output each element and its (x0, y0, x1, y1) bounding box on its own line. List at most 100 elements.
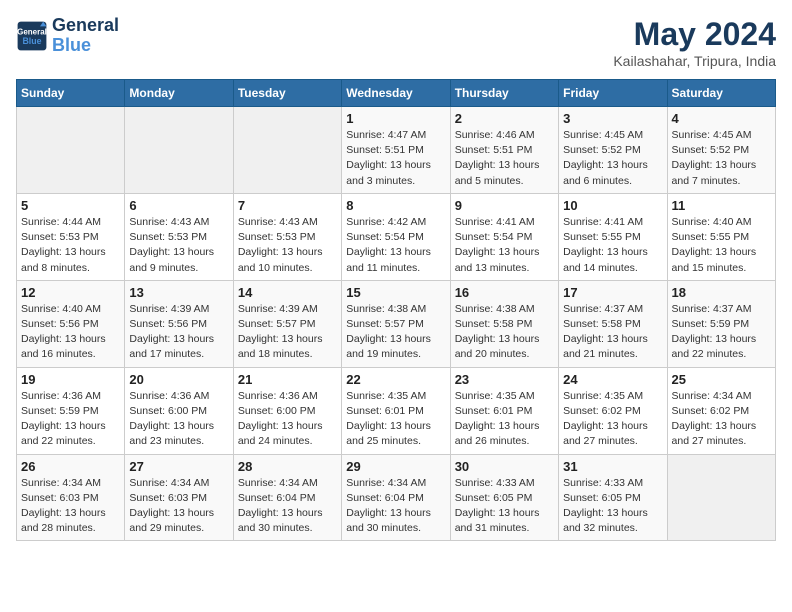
day-number: 10 (563, 198, 662, 213)
day-number: 15 (346, 285, 445, 300)
day-of-week-header: Thursday (450, 80, 558, 107)
calendar-cell: 15Sunrise: 4:38 AM Sunset: 5:57 PM Dayli… (342, 280, 450, 367)
days-of-week-row: SundayMondayTuesdayWednesdayThursdayFrid… (17, 80, 776, 107)
calendar-cell: 14 Sunrise: 4:39 AM Sunset: 5:57 PM Dayli… (233, 280, 341, 367)
calendar-table: SundayMondayTuesdayWednesdayThursdayFrid… (16, 79, 776, 541)
svg-text:Blue: Blue (22, 36, 41, 46)
calendar-cell: 1 Sunrise: 4:47 AM Sunset: 5:51 PM Daylig… (342, 107, 450, 194)
day-info: Sunrise: 4:36 AM Sunset: 5:59 PM Dayligh… (21, 389, 120, 450)
day-info: Sunrise: 4:41 AM Sunset: 5:55 PM Dayligh… (563, 215, 662, 276)
day-number: 3 (563, 111, 662, 126)
day-info: Sunrise: 4:34 AM Sunset: 6:02 PM Dayligh… (672, 389, 771, 450)
day-number: 17 (563, 285, 662, 300)
day-info: Sunrise: 4:42 AM Sunset: 5:54 PM Dayligh… (346, 215, 445, 276)
day-info: Sunrise: 4:45 AM Sunset: 5:52 PM Dayligh… (563, 128, 662, 189)
day-number: 6 (129, 198, 228, 213)
calendar-cell: 16Sunrise: 4:38 AM Sunset: 5:58 PM Dayli… (450, 280, 558, 367)
logo: General Blue GeneralBlue (16, 16, 119, 56)
day-number: 1 (346, 111, 445, 126)
day-number: 13 (129, 285, 228, 300)
day-info: Sunrise: 4:40 AM Sunset: 5:56 PM Dayligh… (21, 302, 120, 363)
day-of-week-header: Sunday (17, 80, 125, 107)
day-of-week-header: Tuesday (233, 80, 341, 107)
calendar-cell: 27 Sunrise: 4:34 AM Sunset: 6:03 PM Dayli… (125, 454, 233, 541)
day-number: 11 (672, 198, 771, 213)
calendar-cell: 5 Sunrise: 4:44 AM Sunset: 5:53 PM Daylig… (17, 193, 125, 280)
title-block: May 2024 Kailashahar, Tripura, India (613, 16, 776, 69)
day-number: 25 (672, 372, 771, 387)
logo-text: GeneralBlue (52, 16, 119, 56)
calendar-cell: 30Sunrise: 4:33 AM Sunset: 6:05 PM Dayli… (450, 454, 558, 541)
day-info: Sunrise: 4:35 AM Sunset: 6:01 PM Dayligh… (346, 389, 445, 450)
day-info: Sunrise: 4:34 AM Sunset: 6:04 PM Dayligh… (346, 476, 445, 537)
day-number: 29 (346, 459, 445, 474)
day-number: 5 (21, 198, 120, 213)
day-info: Sunrise: 4:36 AM Sunset: 6:00 PM Dayligh… (238, 389, 337, 450)
calendar-cell: 12 Sunrise: 4:40 AM Sunset: 5:56 PM Dayli… (17, 280, 125, 367)
calendar-cell: 22 Sunrise: 4:35 AM Sunset: 6:01 PM Dayli… (342, 367, 450, 454)
day-info: Sunrise: 4:43 AM Sunset: 5:53 PM Dayligh… (129, 215, 228, 276)
calendar-week-row: 1 Sunrise: 4:47 AM Sunset: 5:51 PM Daylig… (17, 107, 776, 194)
calendar-body: 1 Sunrise: 4:47 AM Sunset: 5:51 PM Daylig… (17, 107, 776, 541)
day-number: 30 (455, 459, 554, 474)
day-number: 8 (346, 198, 445, 213)
calendar-cell: 19 Sunrise: 4:36 AM Sunset: 5:59 PM Dayli… (17, 367, 125, 454)
day-info: Sunrise: 4:45 AM Sunset: 5:52 PM Dayligh… (672, 128, 771, 189)
calendar-week-row: 19 Sunrise: 4:36 AM Sunset: 5:59 PM Dayli… (17, 367, 776, 454)
calendar-cell: 31Sunrise: 4:33 AM Sunset: 6:05 PM Dayli… (559, 454, 667, 541)
day-of-week-header: Saturday (667, 80, 775, 107)
day-info: Sunrise: 4:41 AM Sunset: 5:54 PM Dayligh… (455, 215, 554, 276)
day-info: Sunrise: 4:39 AM Sunset: 5:56 PM Dayligh… (129, 302, 228, 363)
day-info: Sunrise: 4:46 AM Sunset: 5:51 PM Dayligh… (455, 128, 554, 189)
calendar-cell (667, 454, 775, 541)
calendar-cell (125, 107, 233, 194)
day-info: Sunrise: 4:43 AM Sunset: 5:53 PM Dayligh… (238, 215, 337, 276)
day-number: 14 (238, 285, 337, 300)
day-number: 27 (129, 459, 228, 474)
day-info: Sunrise: 4:34 AM Sunset: 6:04 PM Dayligh… (238, 476, 337, 537)
day-number: 24 (563, 372, 662, 387)
day-info: Sunrise: 4:34 AM Sunset: 6:03 PM Dayligh… (21, 476, 120, 537)
day-info: Sunrise: 4:34 AM Sunset: 6:03 PM Dayligh… (129, 476, 228, 537)
svg-text:General: General (17, 27, 47, 36)
month-year-title: May 2024 (613, 16, 776, 53)
day-number: 2 (455, 111, 554, 126)
day-info: Sunrise: 4:35 AM Sunset: 6:01 PM Dayligh… (455, 389, 554, 450)
day-number: 12 (21, 285, 120, 300)
day-number: 4 (672, 111, 771, 126)
day-number: 26 (21, 459, 120, 474)
calendar-cell: 4 Sunrise: 4:45 AM Sunset: 5:52 PM Daylig… (667, 107, 775, 194)
calendar-cell: 6 Sunrise: 4:43 AM Sunset: 5:53 PM Daylig… (125, 193, 233, 280)
day-info: Sunrise: 4:36 AM Sunset: 6:00 PM Dayligh… (129, 389, 228, 450)
calendar-cell (17, 107, 125, 194)
day-info: Sunrise: 4:39 AM Sunset: 5:57 PM Dayligh… (238, 302, 337, 363)
calendar-cell: 10 Sunrise: 4:41 AM Sunset: 5:55 PM Dayli… (559, 193, 667, 280)
calendar-cell: 29 Sunrise: 4:34 AM Sunset: 6:04 PM Dayli… (342, 454, 450, 541)
day-info: Sunrise: 4:44 AM Sunset: 5:53 PM Dayligh… (21, 215, 120, 276)
calendar-cell: 3 Sunrise: 4:45 AM Sunset: 5:52 PM Daylig… (559, 107, 667, 194)
day-info: Sunrise: 4:35 AM Sunset: 6:02 PM Dayligh… (563, 389, 662, 450)
day-number: 9 (455, 198, 554, 213)
day-number: 22 (346, 372, 445, 387)
day-info: Sunrise: 4:37 AM Sunset: 5:59 PM Dayligh… (672, 302, 771, 363)
day-info: Sunrise: 4:38 AM Sunset: 5:58 PM Dayligh… (455, 302, 554, 363)
day-info: Sunrise: 4:47 AM Sunset: 5:51 PM Dayligh… (346, 128, 445, 189)
calendar-cell: 26 Sunrise: 4:34 AM Sunset: 6:03 PM Dayli… (17, 454, 125, 541)
calendar-cell: 11 Sunrise: 4:40 AM Sunset: 5:55 PM Dayli… (667, 193, 775, 280)
day-info: Sunrise: 4:37 AM Sunset: 5:58 PM Dayligh… (563, 302, 662, 363)
calendar-week-row: 26 Sunrise: 4:34 AM Sunset: 6:03 PM Dayli… (17, 454, 776, 541)
calendar-cell: 20 Sunrise: 4:36 AM Sunset: 6:00 PM Dayli… (125, 367, 233, 454)
calendar-cell: 17 Sunrise: 4:37 AM Sunset: 5:58 PM Dayli… (559, 280, 667, 367)
day-number: 20 (129, 372, 228, 387)
calendar-cell: 13 Sunrise: 4:39 AM Sunset: 5:56 PM Dayli… (125, 280, 233, 367)
day-number: 18 (672, 285, 771, 300)
calendar-cell: 25 Sunrise: 4:34 AM Sunset: 6:02 PM Dayli… (667, 367, 775, 454)
calendar-week-row: 5 Sunrise: 4:44 AM Sunset: 5:53 PM Daylig… (17, 193, 776, 280)
calendar-cell (233, 107, 341, 194)
calendar-week-row: 12 Sunrise: 4:40 AM Sunset: 5:56 PM Dayli… (17, 280, 776, 367)
calendar-cell: 24 Sunrise: 4:35 AM Sunset: 6:02 PM Dayli… (559, 367, 667, 454)
day-number: 19 (21, 372, 120, 387)
day-info: Sunrise: 4:40 AM Sunset: 5:55 PM Dayligh… (672, 215, 771, 276)
logo-icon: General Blue (16, 20, 48, 52)
calendar-cell: 8 Sunrise: 4:42 AM Sunset: 5:54 PM Daylig… (342, 193, 450, 280)
